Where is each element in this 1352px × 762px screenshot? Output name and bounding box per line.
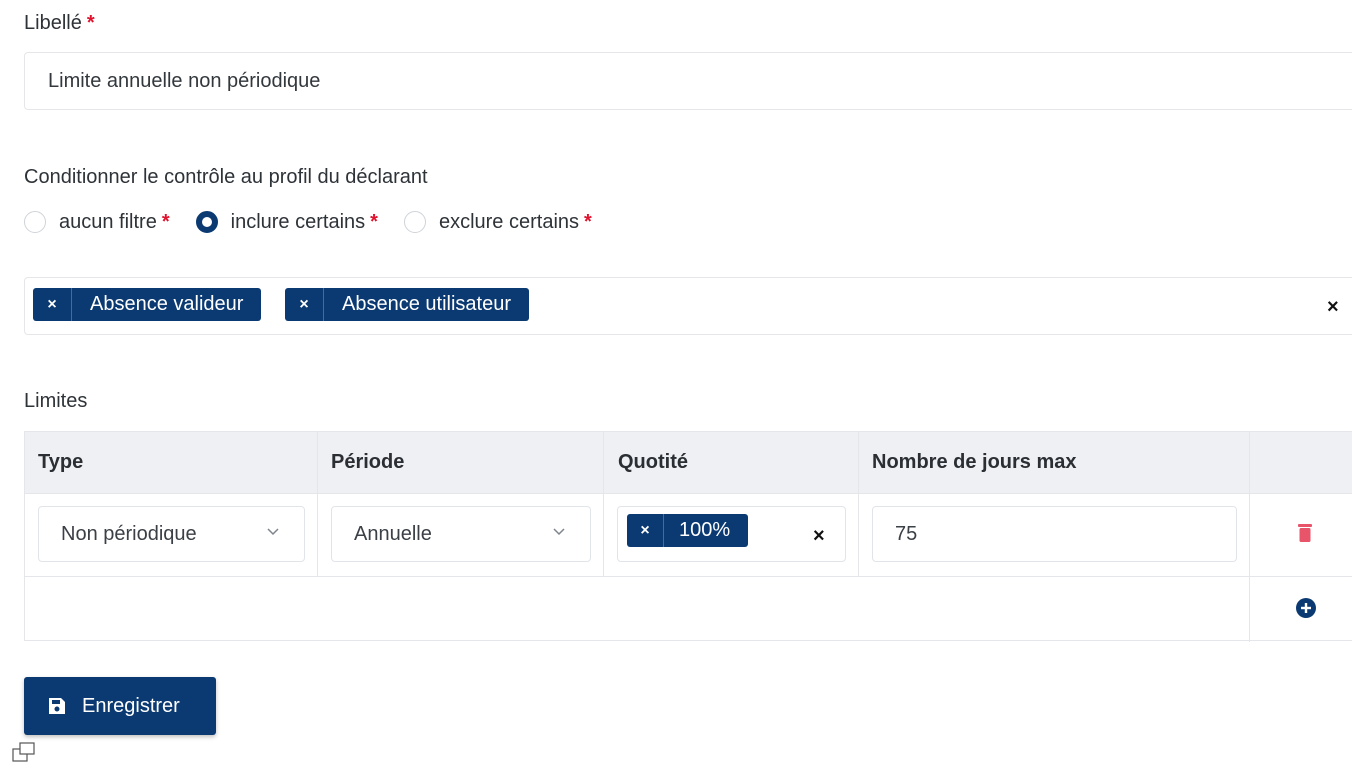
save-button[interactable]: Enregistrer [24,677,216,735]
libelle-label: Libellé * [24,12,95,35]
radio-label: aucun filtre [59,210,157,233]
column-divider [1249,432,1250,642]
type-select-value: Non périodique [61,522,197,545]
periode-select-value: Annuelle [354,522,432,545]
tag-label: Absence utilisateur [342,293,511,315]
profile-tag: × Absence valideur [33,288,262,321]
required-mark: * [86,12,95,34]
profile-multiselect[interactable]: × Absence valideur × Absence utilisateur… [24,277,1352,335]
radio-exclure-certains[interactable]: exclure certains * [403,210,592,234]
required-mark: * [161,210,170,233]
condition-label: Conditionner le contrôle au profil du dé… [24,166,428,188]
clear-quotite-button[interactable]: × [813,525,825,548]
required-mark: * [584,210,592,233]
header-periode: Période [331,451,405,473]
chevron-down-icon [553,528,565,536]
profile-tag: × Absence utilisateur [285,288,529,321]
tag-remove-button[interactable]: × [627,514,664,547]
periode-select[interactable]: Annuelle [331,506,591,562]
tag-remove-button[interactable]: × [285,288,324,321]
libelle-label-text: Libellé [24,12,82,34]
column-divider [603,432,604,576]
required-mark: * [370,210,378,233]
header-type: Type [38,451,84,473]
jours-input[interactable]: 75 [872,506,1237,562]
quotite-tag: × 100% [627,514,749,547]
radio-circle-selected[interactable] [195,211,218,233]
save-icon [49,698,65,714]
column-divider [858,432,859,576]
libelle-input[interactable]: Limite annuelle non périodique [24,52,1352,110]
save-button-label: Enregistrer [82,694,180,717]
tag-label: Absence valideur [90,293,244,315]
header-jours: Nombre de jours max [872,451,1077,473]
chevron-down-icon [267,528,279,536]
plus-circle-icon[interactable] [1296,598,1316,618]
radio-aucun-filtre[interactable]: aucun filtre * [24,211,170,234]
header-quotite: Quotité [618,451,688,473]
profile-filter-radio-group: aucun filtre * inclure certains * exclure … [24,206,618,238]
jours-input-value: 75 [895,522,918,545]
limits-table: Type Période Quotité Nombre de jours max… [24,431,1352,642]
radio-circle[interactable] [24,211,46,233]
tag-remove-button[interactable]: × [33,288,72,321]
type-select[interactable]: Non périodique [38,506,305,562]
radio-circle[interactable] [403,211,426,233]
limites-label: Limites [24,390,88,412]
tag-label: 100% [679,519,731,541]
row-divider [25,576,1352,577]
quotite-multiselect[interactable]: × 100% × [617,506,846,562]
column-divider [317,432,318,576]
window-icon [12,742,35,762]
clear-all-button[interactable]: × [1327,296,1339,319]
radio-label: inclure certains [230,210,366,233]
radio-label: exclure certains [438,210,580,233]
table-header [25,432,1352,494]
radio-inclure-certains[interactable]: inclure certains * [195,210,378,234]
trash-icon[interactable] [1298,524,1312,542]
libelle-input-value: Limite annuelle non périodique [48,69,321,92]
